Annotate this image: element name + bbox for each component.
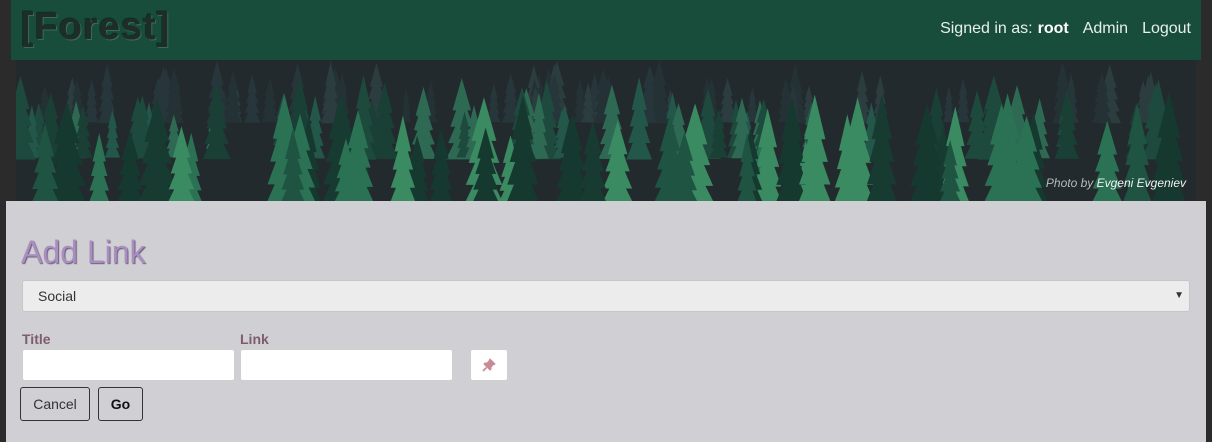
cancel-button[interactable]: Cancel xyxy=(20,387,90,421)
admin-link[interactable]: Admin xyxy=(1083,20,1128,38)
photo-credit-author[interactable]: Evgeni Evgeniev xyxy=(1097,176,1186,190)
go-button[interactable]: Go xyxy=(98,387,143,421)
forest-banner-image: Photo by Evgeni Evgeniev xyxy=(16,60,1196,201)
user-nav: Signed in as: root Admin Logout xyxy=(940,20,1191,38)
pin-icon xyxy=(482,358,496,372)
photo-credit: Photo by Evgeni Evgeniev xyxy=(1046,176,1186,190)
forest-illustration xyxy=(16,60,1196,201)
link-input[interactable] xyxy=(240,349,453,381)
logout-link[interactable]: Logout xyxy=(1142,20,1191,38)
signed-in-label: Signed in as: xyxy=(940,20,1033,37)
title-label: Title xyxy=(22,331,51,347)
category-select-value: Social xyxy=(38,288,77,304)
pin-button[interactable] xyxy=(470,349,508,381)
username: root xyxy=(1037,20,1069,37)
title-input[interactable] xyxy=(22,349,235,381)
navbar: [Forest] Signed in as: root Admin Logout xyxy=(11,0,1201,60)
add-link-panel: Add Link Social ▼ Title Link Cancel Go xyxy=(6,201,1206,442)
photo-credit-prefix: Photo by xyxy=(1045,176,1094,190)
link-label: Link xyxy=(240,331,269,347)
category-select[interactable]: Social ▼ xyxy=(22,280,1190,312)
chevron-down-icon: ▼ xyxy=(1174,290,1184,301)
signed-in-status: Signed in as: root xyxy=(940,20,1069,38)
page-title: Add Link xyxy=(21,234,146,270)
brand-logo[interactable]: [Forest] xyxy=(21,6,170,49)
